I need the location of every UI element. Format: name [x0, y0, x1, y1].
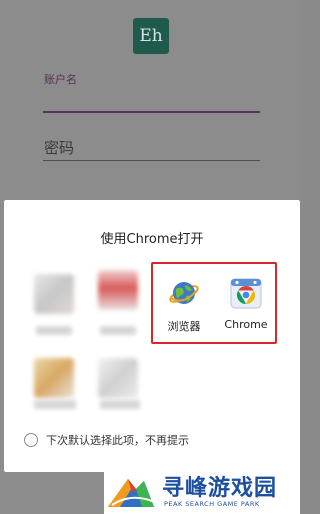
remember-choice-row[interactable]: 下次默认选择此项，不再提示 [24, 432, 189, 448]
blurred-app-icon[interactable] [34, 358, 74, 398]
blurred-app-label [100, 400, 140, 409]
password-underline [43, 160, 260, 161]
dialog-title: 使用Chrome打开 [100, 232, 204, 247]
mountain-logo-icon [108, 479, 154, 507]
remember-choice-text: 下次默认选择此项，不再提示 [46, 434, 189, 447]
open-with-dialog: 使用Chrome打开 浏览器 Chrome 下次默认选择此项，不再提示 [4, 200, 300, 472]
app-option-chrome[interactable]: Chrome [216, 276, 276, 331]
username-field[interactable] [43, 111, 260, 113]
watermark-title: 寻峰游戏园 [162, 476, 278, 501]
blurred-app-icon[interactable] [98, 270, 138, 310]
blurred-app-icon[interactable] [34, 274, 74, 314]
app-logo: Eh [133, 18, 169, 54]
watermark-subtitle: PEAK SEARCH GAME PARK [164, 500, 260, 508]
username-label: 账户名 [44, 73, 77, 86]
blurred-app-label [36, 326, 72, 335]
password-field[interactable]: 密码 [44, 137, 74, 158]
remember-radio[interactable] [24, 433, 38, 447]
globe-browser-icon [169, 282, 199, 304]
blurred-app-label [100, 326, 136, 335]
app-label-browser: 浏览器 [167, 320, 201, 333]
blurred-app-label [34, 400, 76, 409]
blurred-app-icon[interactable] [98, 358, 138, 398]
app-option-browser[interactable]: 浏览器 [154, 276, 214, 334]
app-label-chrome: Chrome [224, 318, 268, 331]
chrome-icon [230, 278, 262, 309]
site-watermark: 寻峰游戏园 PEAK SEARCH GAME PARK [104, 467, 300, 514]
